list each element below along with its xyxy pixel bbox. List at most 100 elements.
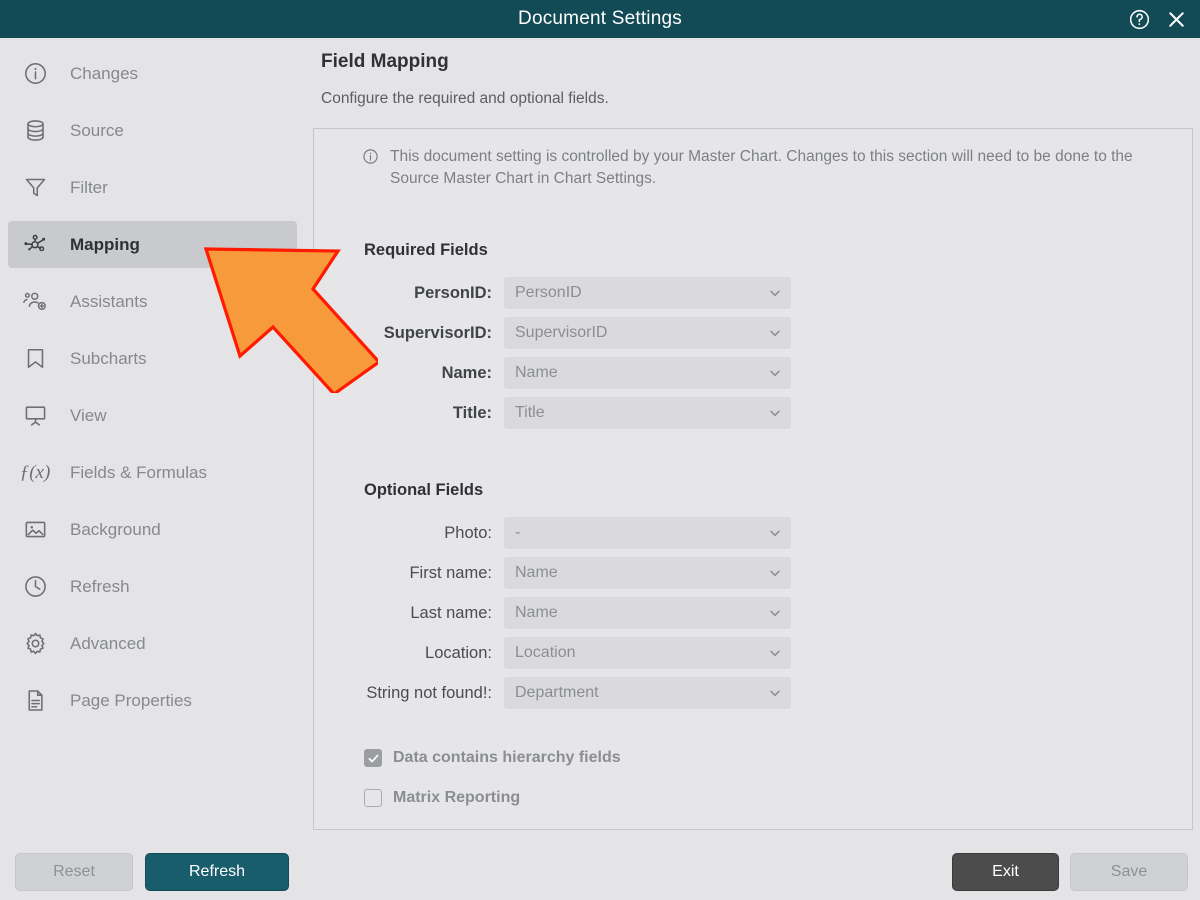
photo-select[interactable]: -: [504, 517, 791, 549]
chevron-down-icon: [768, 646, 782, 660]
sidebar: Changes Source Filter Mapping Assistants…: [0, 38, 305, 843]
field-label: Location:: [425, 643, 492, 662]
document-icon: [18, 686, 52, 716]
checkbox-data-contains-hierarchy-fields[interactable]: Data contains hierarchy fields: [364, 749, 621, 767]
window-title: Document Settings: [518, 8, 682, 29]
sidebar-item-source[interactable]: Source: [8, 107, 297, 154]
select-value: Name: [515, 604, 558, 621]
titlebar: Document Settings: [0, 0, 1200, 38]
field-label: Name:: [441, 363, 492, 382]
name-select[interactable]: Name: [504, 357, 791, 389]
checkbox-matrix-reporting[interactable]: Matrix Reporting: [364, 789, 520, 807]
chevron-down-icon: [768, 366, 782, 380]
titlebar-actions: [1128, 0, 1188, 38]
sidebar-item-filter[interactable]: Filter: [8, 164, 297, 211]
exit-button[interactable]: Exit: [952, 853, 1059, 891]
first-name-select[interactable]: Name: [504, 557, 791, 589]
sidebar-item-assistants[interactable]: Assistants: [8, 278, 297, 325]
sidebar-item-background[interactable]: Background: [8, 506, 297, 553]
info-circle-icon: [18, 59, 52, 89]
checkbox-label: Matrix Reporting: [393, 789, 521, 806]
field-row-supervisorid: SupervisorID: SupervisorID: [314, 317, 791, 349]
sidebar-item-fields-formulas[interactable]: ƒ(x) Fields & Formulas: [8, 449, 297, 496]
select-value: Location: [515, 644, 576, 661]
document-settings-dialog: Document Settings Changes Source Filter …: [0, 0, 1200, 900]
notice-text: This document setting is controlled by y…: [390, 148, 1133, 187]
close-icon[interactable]: [1165, 8, 1188, 31]
sidebar-item-label: Refresh: [70, 576, 130, 596]
field-label: First name:: [409, 563, 492, 582]
people-add-icon: [18, 287, 52, 317]
field-label: String not found!:: [366, 683, 492, 702]
select-value: Name: [515, 364, 558, 381]
chevron-down-icon: [768, 686, 782, 700]
checkbox-box: [364, 749, 382, 767]
page-title: Field Mapping: [321, 51, 449, 72]
field-row-last-name: Last name: Name: [314, 597, 791, 629]
chevron-down-icon: [768, 566, 782, 580]
chevron-down-icon: [768, 406, 782, 420]
field-row-location: Location: Location: [314, 637, 791, 669]
help-circle-icon[interactable]: [1128, 8, 1151, 31]
sidebar-item-advanced[interactable]: Advanced: [8, 620, 297, 667]
sidebar-item-label: Page Properties: [70, 690, 192, 710]
chevron-down-icon: [768, 606, 782, 620]
info-circle-icon: [362, 148, 379, 190]
field-row-first-name: First name: Name: [314, 557, 791, 589]
sidebar-item-changes[interactable]: Changes: [8, 50, 297, 97]
field-label: PersonID:: [414, 283, 492, 302]
gear-icon: [18, 629, 52, 659]
field-label: Photo:: [444, 523, 492, 542]
sidebar-item-mapping[interactable]: Mapping: [8, 221, 297, 268]
database-icon: [18, 116, 52, 146]
personid-select[interactable]: PersonID: [504, 277, 791, 309]
sidebar-item-label: Filter: [70, 177, 108, 197]
chevron-down-icon: [768, 526, 782, 540]
image-icon: [18, 515, 52, 545]
supervisorid-select[interactable]: SupervisorID: [504, 317, 791, 349]
field-label: SupervisorID:: [383, 323, 492, 342]
bookmark-icon: [18, 344, 52, 374]
chevron-down-icon: [768, 286, 782, 300]
sidebar-item-refresh[interactable]: Refresh: [8, 563, 297, 610]
presentation-icon: [18, 401, 52, 431]
title-select[interactable]: Title: [504, 397, 791, 429]
sidebar-item-label: Source: [70, 120, 124, 140]
sidebar-item-label: Subcharts: [70, 348, 147, 368]
sidebar-item-page-properties[interactable]: Page Properties: [8, 677, 297, 724]
select-value: Name: [515, 564, 558, 581]
clock-icon: [18, 572, 52, 602]
optional-fields-heading: Optional Fields: [364, 481, 484, 499]
sidebar-item-view[interactable]: View: [8, 392, 297, 439]
sidebar-item-label: Assistants: [70, 291, 148, 311]
field-row-photo: Photo: -: [314, 517, 791, 549]
select-value: Title: [515, 404, 545, 421]
content-area: Field Mapping Configure the required and…: [305, 38, 1200, 843]
node-graph-icon: [18, 230, 52, 260]
field-label: Last name:: [410, 603, 492, 622]
field-row-name: Name: Name: [314, 357, 791, 389]
sidebar-item-label: View: [70, 405, 107, 425]
refresh-button[interactable]: Refresh: [145, 853, 289, 891]
funnel-icon: [18, 173, 52, 203]
field-row-string-not-found: String not found!: Department: [314, 677, 791, 709]
checkbox-label: Data contains hierarchy fields: [393, 749, 621, 766]
string-not-found-select[interactable]: Department: [504, 677, 791, 709]
save-button[interactable]: Save: [1070, 853, 1188, 891]
sidebar-item-subcharts[interactable]: Subcharts: [8, 335, 297, 382]
master-chart-notice: This document setting is controlled by y…: [362, 146, 1152, 190]
last-name-select[interactable]: Name: [504, 597, 791, 629]
select-value: Department: [515, 684, 599, 701]
sidebar-item-label: Mapping: [70, 234, 140, 254]
sidebar-item-label: Fields & Formulas: [70, 462, 207, 482]
reset-button[interactable]: Reset: [15, 853, 133, 891]
select-value: SupervisorID: [515, 324, 608, 341]
sidebar-item-label: Background: [70, 519, 161, 539]
sidebar-item-label: Advanced: [70, 633, 146, 653]
chevron-down-icon: [768, 326, 782, 340]
location-select[interactable]: Location: [504, 637, 791, 669]
select-value: -: [515, 524, 521, 541]
field-row-title: Title: Title: [314, 397, 791, 429]
field-label: Title:: [452, 403, 492, 422]
select-value: PersonID: [515, 284, 582, 301]
